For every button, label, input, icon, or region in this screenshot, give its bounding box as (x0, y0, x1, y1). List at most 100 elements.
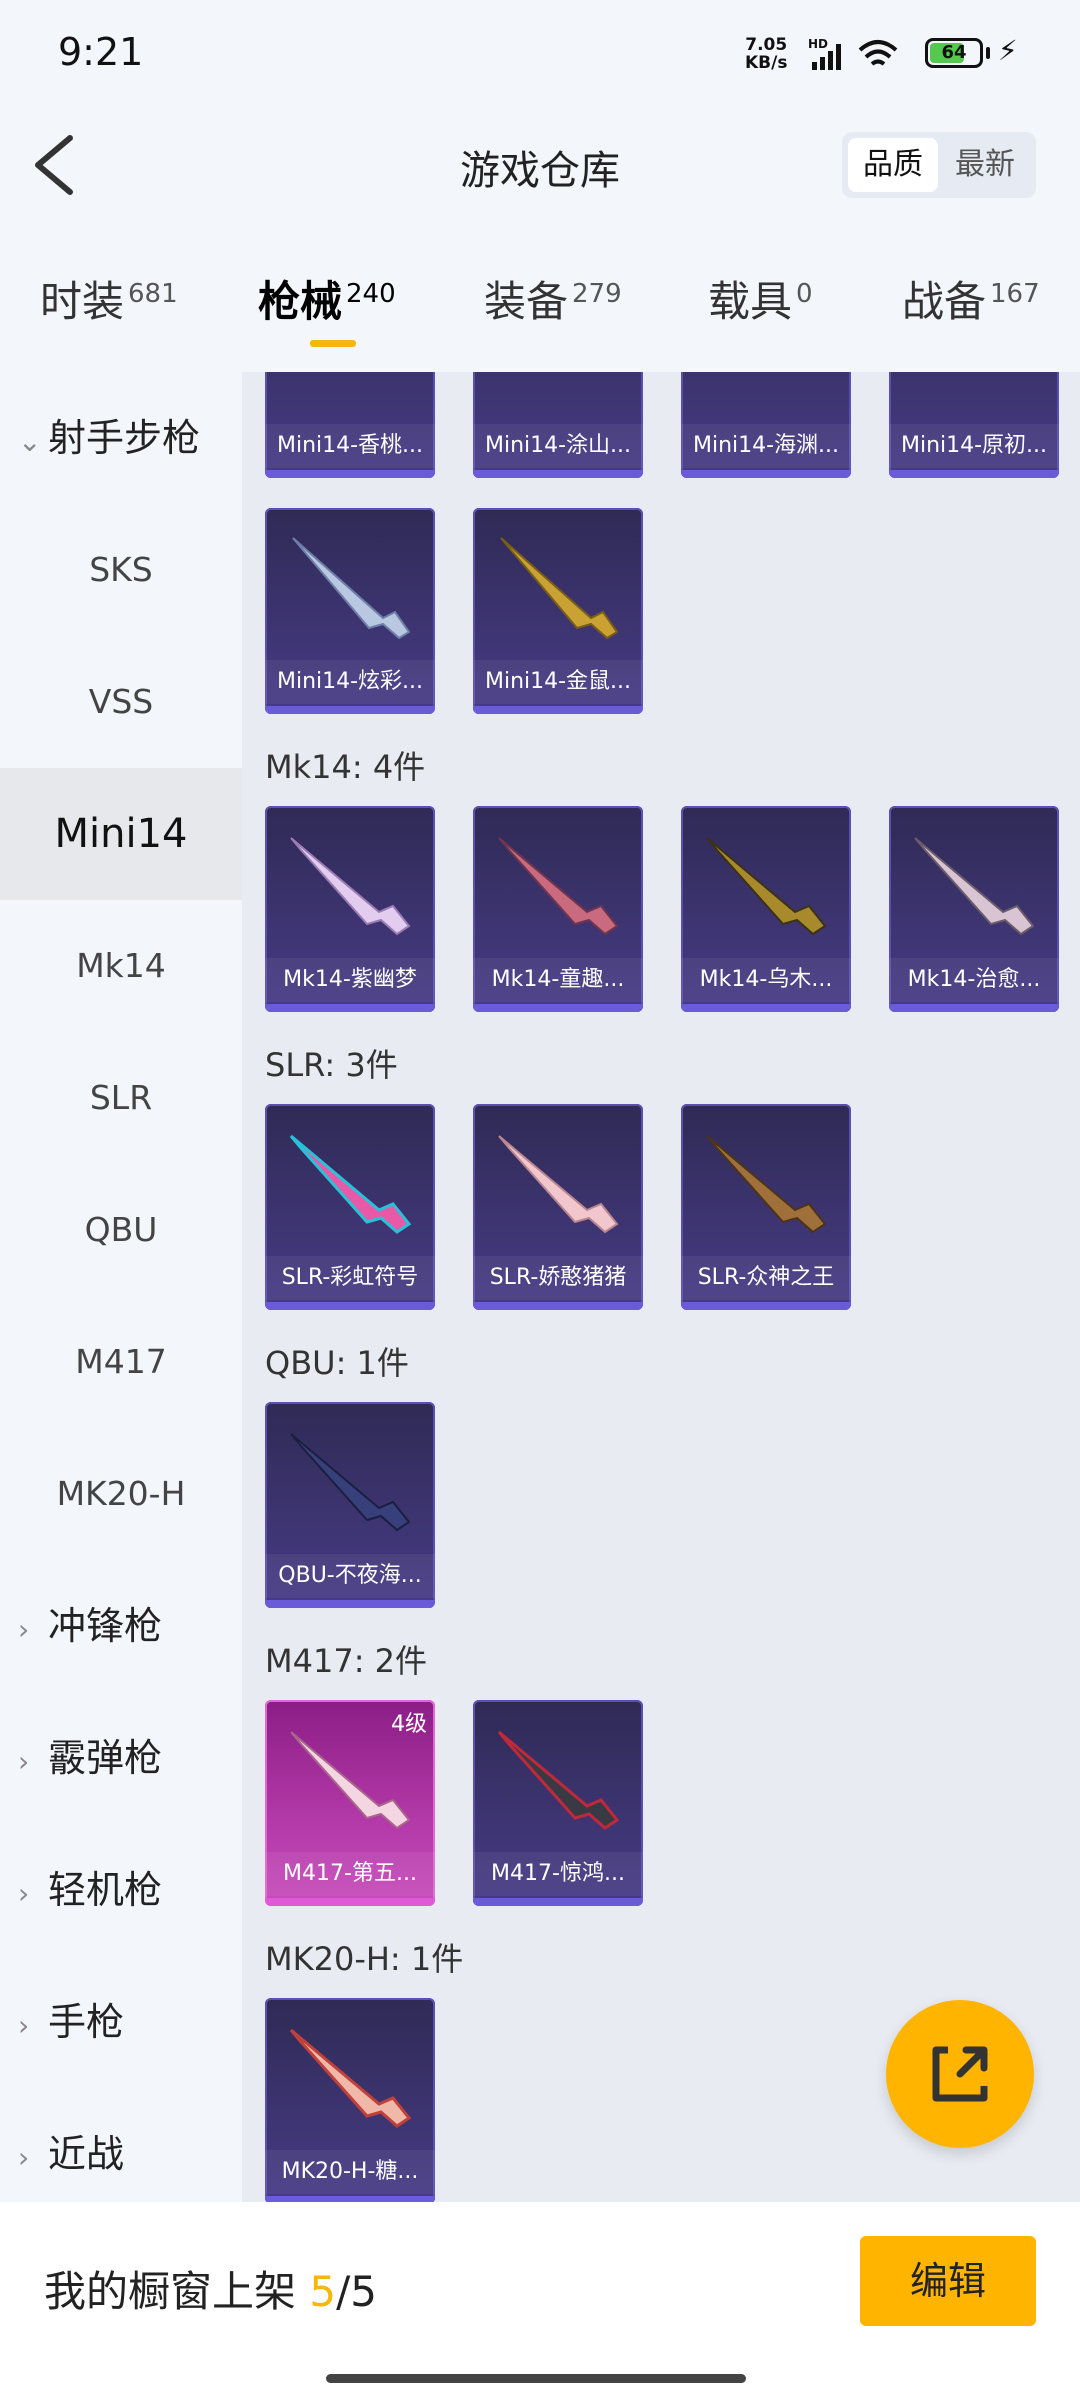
battery-icon: 64 (925, 38, 983, 68)
tab-battle-gear[interactable]: 战备 167 (902, 268, 1040, 329)
skin-name: Mk14-乌木... (681, 958, 851, 1002)
sidebar-item-mini14[interactable]: Mini14 (0, 768, 242, 900)
sort-newest-button[interactable]: 最新 (940, 138, 1030, 192)
skin-card[interactable]: Mk14-治愈... (889, 806, 1059, 1012)
tab-equipment[interactable]: 装备 279 (484, 268, 622, 329)
skin-card[interactable]: SLR-娇憨猪猪 (473, 1104, 643, 1310)
skin-name: Mini14-炫彩... (265, 660, 435, 704)
rifle-icon (500, 537, 619, 640)
showcase-label: 我的橱窗上架 5/5 (44, 2258, 377, 2319)
section-label-mk14: Mk14: 4件 (265, 748, 426, 786)
sidebar-group-label: 手枪 (48, 2000, 125, 2044)
showcase-count-sep: / (336, 2267, 351, 2316)
sort-quality-button[interactable]: 品质 (848, 138, 938, 192)
skin-card[interactable]: Mini14-金鼠... (473, 508, 643, 714)
skin-name: Mini14-香桃... (265, 424, 435, 468)
sidebar-item-mk20h[interactable]: MK20-H (0, 1428, 242, 1560)
skin-card[interactable]: SLR-彩虹符号 (265, 1104, 435, 1310)
sidebar-group-marksman[interactable]: ⌄ 射手步枪 (18, 372, 200, 504)
battery-tip (986, 47, 990, 59)
rifle-icon (706, 837, 827, 936)
sidebar-item-m417[interactable]: M417 (0, 1296, 242, 1428)
tab-count: 167 (990, 279, 1040, 309)
net-speed-value: 7.05 (745, 35, 788, 55)
sort-toggle: 品质 最新 (842, 132, 1036, 198)
skin-card[interactable]: Mini14-香桃... (265, 372, 435, 478)
battery-level: 64 (941, 42, 967, 63)
rifle-icon (498, 1135, 619, 1234)
tab-vehicles[interactable]: 载具 0 (708, 268, 813, 329)
tab-count: 240 (346, 279, 396, 309)
rifle-icon (290, 1731, 411, 1830)
skin-name: SLR-彩虹符号 (265, 1256, 435, 1300)
share-out-icon (932, 2046, 988, 2102)
sidebar-item-sks[interactable]: SKS (0, 504, 242, 636)
top-header: 游戏仓库 品质 最新 (0, 110, 1080, 220)
sidebar-group-smg[interactable]: › 冲锋枪 (18, 1560, 162, 1692)
sidebar-group-melee[interactable]: › 近战 (18, 2088, 124, 2220)
skin-card[interactable]: Mk14-紫幽梦 (265, 806, 435, 1012)
home-indicator[interactable] (326, 2374, 746, 2383)
skin-name: M417-惊鸿... (473, 1852, 643, 1896)
sidebar-group-lmg[interactable]: › 轻机枪 (18, 1824, 162, 1956)
tab-guns[interactable]: 枪械 240 (258, 268, 396, 329)
skin-name: Mini14-海渊... (681, 424, 851, 468)
skin-card[interactable]: Mini14-原初... (889, 372, 1059, 478)
skin-name: Mk14-童趣... (473, 958, 643, 1002)
skin-card[interactable]: Mini14-海渊... (681, 372, 851, 478)
skin-card[interactable]: SLR-众神之王 (681, 1104, 851, 1310)
share-button[interactable] (886, 2000, 1034, 2148)
skin-card[interactable]: M417-惊鸿... (473, 1700, 643, 1906)
chevron-right-icon: › (18, 2009, 30, 2042)
sidebar-item-vss[interactable]: VSS (0, 636, 242, 768)
sidebar-group-pistol[interactable]: › 手枪 (18, 1956, 124, 2088)
signal-wifi-icons: HD (808, 37, 898, 70)
rifle-icon (914, 837, 1035, 936)
skin-card[interactable]: Mk14-童趣... (473, 806, 643, 1012)
tab-count: 279 (572, 279, 622, 309)
sidebar-item-qbu[interactable]: QBU (0, 1164, 242, 1296)
sidebar-group-label: 近战 (48, 2132, 125, 2176)
net-speed-unit: KB/s (745, 53, 788, 73)
sidebar-item-slr[interactable]: SLR (0, 1032, 242, 1164)
sidebar-group-label: 霰弹枪 (48, 1736, 163, 1780)
rifle-icon (289, 1134, 412, 1234)
tab-label: 装备 (484, 277, 569, 326)
rifle-icon (498, 837, 619, 936)
tab-outfit[interactable]: 时装 681 (40, 268, 178, 329)
skin-card[interactable]: Mk14-乌木... (681, 806, 851, 1012)
tab-label: 载具 (708, 277, 793, 326)
skin-card[interactable]: 4级 M417-第五... (265, 1700, 435, 1906)
sidebar-group-label: 轻机枪 (48, 1868, 163, 1912)
skin-card[interactable]: QBU-不夜海... (265, 1402, 435, 1608)
rifle-icon (497, 1730, 620, 1830)
skin-name: Mk14-紫幽梦 (265, 958, 435, 1002)
showcase-count-current: 5 (309, 2267, 337, 2316)
tab-count: 0 (796, 279, 813, 309)
sidebar-group-shotgun[interactable]: › 霰弹枪 (18, 1692, 162, 1824)
skin-name: Mini14-涂山... (473, 424, 643, 468)
charging-icon: ⚡ (998, 34, 1018, 67)
rifle-icon (289, 2028, 412, 2128)
skin-card[interactable]: Mini14-涂山... (473, 372, 643, 478)
skin-name: M417-第五... (265, 1852, 435, 1896)
skin-name: SLR-娇憨猪猪 (473, 1256, 643, 1300)
rifle-icon (706, 1135, 827, 1234)
net-speed: 7.05 KB/s (745, 36, 787, 72)
edit-button[interactable]: 编辑 (860, 2236, 1036, 2326)
section-label-m417: M417: 2件 (265, 1642, 428, 1680)
sidebar-group-label: 冲锋枪 (48, 1604, 163, 1648)
showcase-count-total: 5 (350, 2267, 377, 2316)
skin-name: SLR-众神之王 (681, 1256, 851, 1300)
sidebar-item-mk14[interactable]: Mk14 (0, 900, 242, 1032)
skin-name: Mk14-治愈... (889, 958, 1059, 1002)
weapon-skin-grid: Mini14-香桃... Mini14-涂山... Mini14-海渊... M… (242, 372, 1080, 2202)
section-label-mk20h: MK20-H: 1件 (265, 1940, 464, 1978)
wifi-icon (858, 40, 898, 66)
status-bar: 9:21 7.05 KB/s HD 64 ⚡ (0, 0, 1080, 110)
rifle-icon (290, 837, 411, 936)
skin-card[interactable]: Mini14-炫彩... (265, 508, 435, 714)
skin-card[interactable]: MK20-H-糖... (265, 1998, 435, 2202)
skin-name: Mini14-金鼠... (473, 660, 643, 704)
tab-label: 枪械 (258, 277, 343, 326)
